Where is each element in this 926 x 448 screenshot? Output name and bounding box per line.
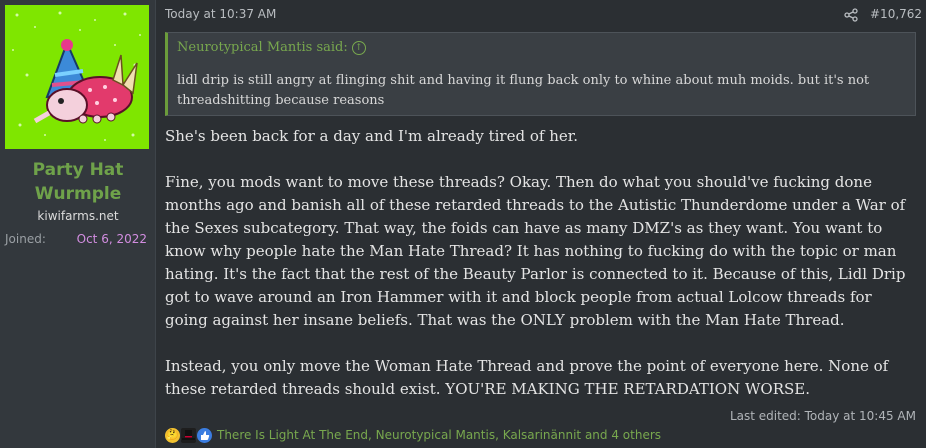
quote-author[interactable]: Neurotypical Mantis said: ↑ — [177, 40, 366, 55]
reactions-bar[interactable]: 🤔 There Is Light At The End, Neurotypica… — [165, 426, 661, 444]
username[interactable]: Party Hat Wurmple — [0, 158, 156, 206]
reactions-list[interactable]: There Is Light At The End, Neurotypical … — [217, 428, 661, 442]
user-title: kiwifarms.net — [37, 209, 119, 223]
joined-label: Joined: — [5, 232, 46, 246]
quote-block: Neurotypical Mantis said: ↑ lidl drip is … — [165, 32, 916, 116]
thinking-emoji-icon: 🤔 — [165, 427, 180, 443]
post-message: She's been back for a day and I'm alread… — [165, 125, 913, 424]
quote-author-label: Neurotypical Mantis said: — [177, 40, 348, 55]
top-hat-icon — [181, 427, 196, 443]
thumbs-up-icon — [197, 427, 212, 443]
message-paragraph: She's been back for a day and I'm alread… — [165, 127, 579, 145]
post-date[interactable]: Today at 10:37 AM — [165, 7, 276, 21]
quote-text: lidl drip is still angry at flinging shi… — [177, 73, 870, 108]
user-sidebar: Party Hat Wurmple kiwifarms.net Joined: … — [0, 0, 156, 448]
joined-date: Oct 6, 2022 — [76, 232, 147, 246]
post-number[interactable]: #10,762 — [870, 7, 922, 21]
message-paragraph: Instead, you only move the Woman Hate Th… — [165, 357, 889, 398]
share-icon[interactable] — [844, 7, 858, 22]
wurmple-party-hat-avatar-image — [5, 5, 149, 149]
go-to-quote-icon[interactable]: ↑ — [351, 41, 366, 55]
message-paragraph: Fine, you mods want to move these thread… — [165, 173, 906, 329]
last-edited: Last edited: Today at 10:45 AM — [729, 409, 916, 423]
user-avatar[interactable] — [5, 5, 149, 149]
